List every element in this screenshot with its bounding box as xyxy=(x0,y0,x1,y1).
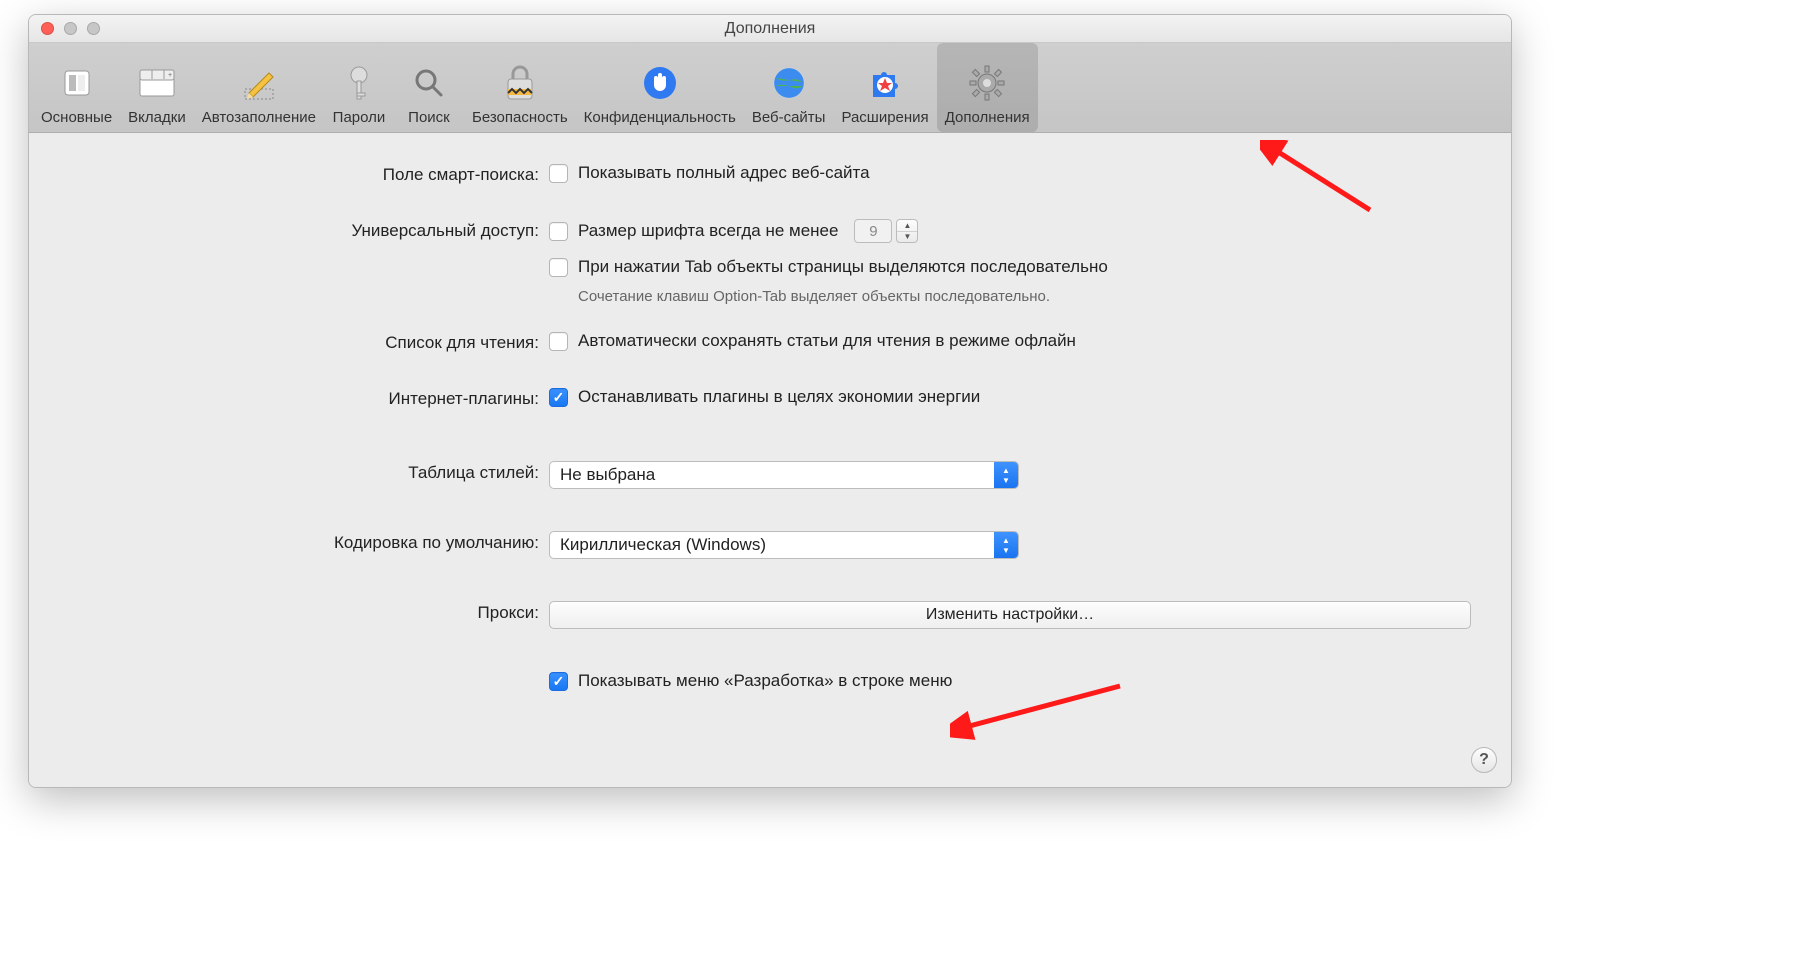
label-encoding: Кодировка по умолчанию: xyxy=(69,531,549,553)
preferences-content: Поле смарт-поиска: Показывать полный адр… xyxy=(29,133,1511,787)
label-proxies: Прокси: xyxy=(69,601,549,623)
tab-tabs[interactable]: + Вкладки xyxy=(120,43,194,132)
label-stylesheet: Таблица стилей: xyxy=(69,461,549,483)
row-encoding: Кодировка по умолчанию: Кириллическая (W… xyxy=(69,531,1471,559)
tab-websites[interactable]: Веб-сайты xyxy=(744,43,834,132)
tab-label: Основные xyxy=(41,109,112,126)
checkbox-label: Показывать меню «Разработка» в строке ме… xyxy=(578,671,952,691)
lock-icon xyxy=(500,63,540,103)
select-arrows-icon xyxy=(994,462,1018,488)
checkbox-label: Показывать полный адрес веб-сайта xyxy=(578,163,870,183)
globe-icon xyxy=(769,63,809,103)
select-arrows-icon xyxy=(994,532,1018,558)
search-icon xyxy=(409,63,449,103)
label-plugins: Интернет-плагины: xyxy=(69,387,549,409)
change-settings-button[interactable]: Изменить настройки… xyxy=(549,601,1471,629)
tab-label: Пароли xyxy=(333,109,386,126)
label-accessibility: Универсальный доступ: xyxy=(69,219,549,241)
checkbox-label: Автоматически сохранять статьи для чтени… xyxy=(578,331,1076,351)
preferences-toolbar: Основные + Вкладки Автозаполнение Пароли… xyxy=(29,43,1511,133)
row-proxies: Прокси: Изменить настройки… xyxy=(69,601,1471,629)
checkbox-save-offline[interactable] xyxy=(549,332,568,351)
puzzle-icon xyxy=(865,63,905,103)
tab-search[interactable]: Поиск xyxy=(394,43,464,132)
tab-label: Безопасность xyxy=(472,109,568,126)
svg-text:+: + xyxy=(168,72,172,79)
checkbox-show-develop-menu[interactable] xyxy=(549,672,568,691)
tab-label: Веб-сайты xyxy=(752,109,826,126)
titlebar: Дополнения xyxy=(29,15,1511,43)
checkbox-show-full-url[interactable] xyxy=(549,164,568,183)
checkbox-label: Останавливать плагины в целях экономии э… xyxy=(578,387,980,407)
font-size-stepper[interactable]: 9 ▲▼ xyxy=(854,219,918,243)
help-icon: ? xyxy=(1479,751,1489,769)
checkbox-stop-plugins[interactable] xyxy=(549,388,568,407)
checkbox-label: При нажатии Tab объекты страницы выделяю… xyxy=(578,257,1108,277)
row-accessibility: Универсальный доступ: Размер шрифта всег… xyxy=(69,219,1471,307)
key-icon xyxy=(339,63,379,103)
row-reading-list: Список для чтения: Автоматически сохраня… xyxy=(69,331,1471,355)
help-text: Сочетание клавиш Option-Tab выделяет объ… xyxy=(578,287,1098,307)
gear-icon xyxy=(967,63,1007,103)
tab-security[interactable]: Безопасность xyxy=(464,43,576,132)
tab-label: Вкладки xyxy=(128,109,186,126)
preferences-window: Дополнения Основные + Вкладки Автозаполн… xyxy=(28,14,1512,788)
select-value: Кириллическая (Windows) xyxy=(550,535,994,555)
pencil-icon xyxy=(239,63,279,103)
select-encoding[interactable]: Кириллическая (Windows) xyxy=(549,531,1019,559)
tabs-icon: + xyxy=(137,63,177,103)
switch-icon xyxy=(57,63,97,103)
stepper-value: 9 xyxy=(854,219,892,243)
select-value: Не выбрана xyxy=(550,465,994,485)
tab-label: Конфиденциальность xyxy=(584,109,736,126)
select-stylesheet[interactable]: Не выбрана xyxy=(549,461,1019,489)
tab-autofill[interactable]: Автозаполнение xyxy=(194,43,324,132)
tab-privacy[interactable]: Конфиденциальность xyxy=(576,43,744,132)
checkbox-tab-highlight[interactable] xyxy=(549,258,568,277)
tab-general[interactable]: Основные xyxy=(33,43,120,132)
tab-advanced[interactable]: Дополнения xyxy=(937,43,1038,132)
tab-extensions[interactable]: Расширения xyxy=(833,43,936,132)
label-reading-list: Список для чтения: xyxy=(69,331,549,353)
row-plugins: Интернет-плагины: Останавливать плагины … xyxy=(69,387,1471,411)
stepper-arrows[interactable]: ▲▼ xyxy=(896,219,918,243)
row-smart-search: Поле смарт-поиска: Показывать полный адр… xyxy=(69,163,1471,187)
button-label: Изменить настройки… xyxy=(926,606,1094,624)
tab-passwords[interactable]: Пароли xyxy=(324,43,394,132)
tab-label: Расширения xyxy=(841,109,928,126)
tab-label: Автозаполнение xyxy=(202,109,316,126)
label-smart-search: Поле смарт-поиска: xyxy=(69,163,549,185)
checkbox-label: Размер шрифта всегда не менее xyxy=(578,221,838,241)
help-button[interactable]: ? xyxy=(1471,747,1497,773)
row-develop-menu: Показывать меню «Разработка» в строке ме… xyxy=(69,671,1471,695)
tab-label: Дополнения xyxy=(945,109,1030,126)
window-title: Дополнения xyxy=(29,20,1511,38)
checkbox-min-font-size[interactable] xyxy=(549,222,568,241)
tab-label: Поиск xyxy=(408,109,450,126)
row-stylesheet: Таблица стилей: Не выбрана xyxy=(69,461,1471,489)
hand-privacy-icon xyxy=(640,63,680,103)
